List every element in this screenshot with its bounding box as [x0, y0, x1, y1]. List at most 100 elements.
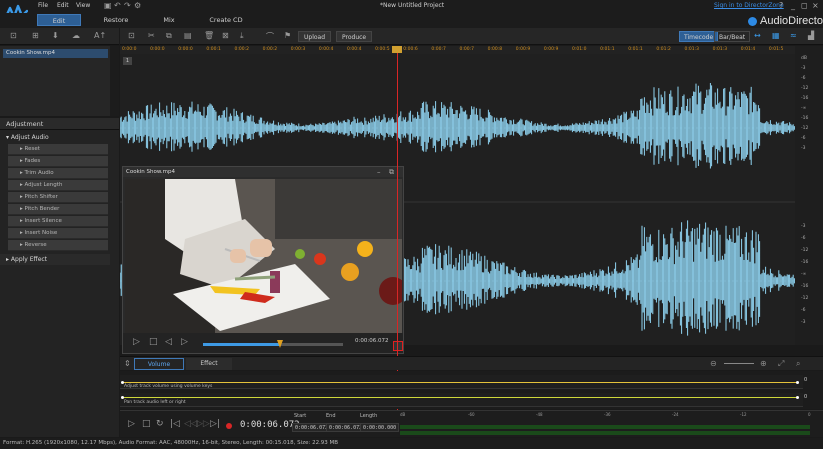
preview-progress-bar[interactable] — [203, 343, 343, 346]
start-label: Start — [294, 413, 307, 419]
playhead-handle[interactable] — [392, 46, 402, 53]
ruler-tick-label: 0:01:1 — [628, 47, 643, 52]
pan-envelope-track[interactable]: Pan track audio left or right 0 — [120, 393, 807, 407]
fx-item-pitch-bender[interactable]: ▸ Pitch Bender — [8, 204, 108, 215]
delete-icon[interactable]: 🗑 — [204, 31, 214, 40]
preview-minimize-icon[interactable]: – — [377, 167, 381, 177]
pan-envelope-line[interactable] — [122, 397, 798, 398]
volume-envelope-track[interactable]: Adjust track volume using volume keys 0 — [120, 375, 807, 389]
volume-envelope-point[interactable] — [796, 381, 799, 384]
fullscreen-button[interactable] — [393, 341, 403, 351]
fx-item-insert-silence[interactable]: ▸ Insert Silence — [8, 216, 108, 227]
timecode-button[interactable]: Timecode — [679, 31, 719, 42]
db-scale-label: -12 — [801, 86, 809, 91]
pan-envelope-point[interactable] — [796, 396, 799, 399]
volume-envelope-line[interactable] — [122, 382, 798, 383]
time-ruler[interactable]: 0:00:0 0:00:0 0:00:0 0:00:1 0:00:2 0:00:2 0:00… — [120, 46, 795, 54]
tab-volume[interactable]: Volume — [134, 358, 184, 370]
menu-file[interactable]: File — [38, 2, 48, 9]
db-scale-label: -16 — [801, 96, 809, 101]
pan-envelope-point[interactable] — [121, 396, 124, 399]
undo-icon[interactable]: ↶ — [114, 1, 121, 10]
zoom-fit-icon[interactable]: ⤢ — [778, 359, 784, 369]
fx-item-trim-audio[interactable]: ▸ Trim Audio — [8, 168, 108, 179]
ruler-tick-label: 0:01:3 — [684, 47, 699, 52]
select-icon[interactable]: ⊡ — [128, 31, 135, 40]
fx-item-reverse[interactable]: ▸ Reverse — [8, 240, 108, 251]
library-item[interactable]: Cookin Show.mp4 — [3, 49, 108, 58]
meter-scale-label: -24 — [672, 412, 679, 417]
import-icon[interactable]: ⊡ — [10, 31, 17, 40]
waveform-left-channel — [119, 83, 795, 169]
fx-item-reset[interactable]: ▸ Reset — [8, 144, 108, 155]
save-icon[interactable]: ▣ — [104, 1, 112, 10]
fx-item-fades[interactable]: ▸ Fades — [8, 156, 108, 167]
go-to-start-icon[interactable]: |◁ — [170, 419, 180, 429]
library-scrollbar[interactable] — [110, 46, 119, 116]
fade-icon[interactable]: ⌒ — [266, 31, 274, 42]
zoom-in-icon[interactable]: ⊕ — [760, 359, 767, 368]
stop-icon[interactable]: □ — [142, 419, 151, 429]
play-icon[interactable]: ▷ — [128, 419, 135, 429]
spectrum-view-icon[interactable]: ▟ — [808, 31, 814, 40]
cloud-icon[interactable]: ☁ — [72, 31, 80, 40]
cut-icon[interactable]: ✂ — [148, 31, 155, 40]
upload-button[interactable]: Upload — [298, 31, 332, 42]
adjust-audio-group[interactable]: ▾ Adjust Audio — [0, 132, 110, 143]
help-button[interactable]: ? — [779, 1, 783, 10]
marker-icon[interactable]: ⚑ — [284, 31, 291, 40]
tab-mix[interactable]: Mix — [156, 14, 182, 26]
record-icon[interactable] — [226, 423, 232, 429]
go-to-end-icon[interactable]: ▷| — [210, 419, 220, 429]
paste-icon[interactable]: ▤ — [184, 31, 192, 40]
download-icon[interactable]: ⬇ — [52, 31, 59, 40]
tab-effect[interactable]: Effect — [186, 358, 232, 370]
play-icon[interactable]: ▷ — [133, 337, 140, 347]
tab-create-cd[interactable]: Create CD — [206, 14, 246, 26]
crop-icon[interactable]: ⊠ — [222, 31, 229, 40]
loop-icon[interactable]: ↻ — [156, 419, 164, 429]
ruler-tick-label: 0:01:4 — [740, 47, 756, 52]
db-scale-label: -16 — [801, 284, 809, 289]
fx-item-pitch-shifter[interactable]: ▸ Pitch Shifter — [8, 192, 108, 203]
waveform-view-icon[interactable]: ≈ — [790, 31, 797, 40]
stop-icon[interactable]: □ — [149, 337, 158, 347]
meter-scale-label: -36 — [604, 412, 611, 417]
ruler-tick-label: 0:00:1 — [206, 47, 221, 52]
fx-item-insert-noise[interactable]: ▸ Insert Noise — [8, 228, 108, 239]
settings-icon[interactable]: ⚙ — [134, 1, 141, 10]
produce-button[interactable]: Produce — [336, 31, 373, 42]
apply-effect-group[interactable]: ▸ Apply Effect — [0, 254, 110, 265]
collapse-icon[interactable]: ⇕ — [124, 359, 131, 368]
next-frame-icon[interactable]: ▷ — [181, 337, 188, 347]
grid-icon[interactable]: ▦ — [772, 31, 780, 40]
zoom-selection-icon[interactable]: ⌕ — [796, 359, 800, 369]
video-preview-window[interactable]: Cookin Show.mp4 – ⧉ ▷ □ ◁ ▷ 0:00:06.072 — [122, 166, 404, 354]
export-icon[interactable]: ⤓ — [240, 31, 244, 41]
zoom-out-icon[interactable]: ⊖ — [710, 359, 717, 368]
bar-beat-button[interactable]: Bar/Beat — [714, 31, 751, 42]
ruler-tick-label: 0:00:4 — [347, 47, 362, 52]
previous-frame-icon[interactable]: ◁ — [165, 337, 172, 347]
media-library: Cookin Show.mp4 — [0, 46, 119, 116]
close-button[interactable]: × — [812, 1, 819, 10]
fx-item-adjust-length[interactable]: ▸ Adjust Length — [8, 180, 108, 191]
ruler-tick-label: 0:01:1 — [600, 47, 615, 52]
import-video-icon[interactable]: ⊞ — [32, 31, 39, 40]
menu-view[interactable]: View — [76, 2, 90, 9]
minimize-button[interactable]: _ — [791, 1, 795, 10]
copy-icon[interactable]: ⧉ — [166, 31, 172, 41]
preview-popout-icon[interactable]: ⧉ — [389, 167, 394, 177]
tab-edit[interactable]: Edit — [37, 14, 81, 26]
sort-icon[interactable]: A↑ — [94, 31, 106, 40]
redo-icon[interactable]: ↷ — [124, 1, 131, 10]
maximize-button[interactable]: ◻ — [801, 1, 808, 10]
ruler-tick-label: 0:00:7 — [431, 47, 446, 52]
db-scale-label: -∞ — [801, 106, 807, 111]
menu-edit[interactable]: Edit — [57, 2, 69, 9]
length-field[interactable]: 0:00:00.000 — [360, 423, 400, 432]
tab-restore[interactable]: Restore — [98, 14, 134, 26]
zoom-slider[interactable] — [724, 363, 754, 364]
snap-icon[interactable]: ↔ — [754, 31, 761, 40]
sign-in-link[interactable]: Sign in to DirectorZone — [714, 2, 784, 9]
